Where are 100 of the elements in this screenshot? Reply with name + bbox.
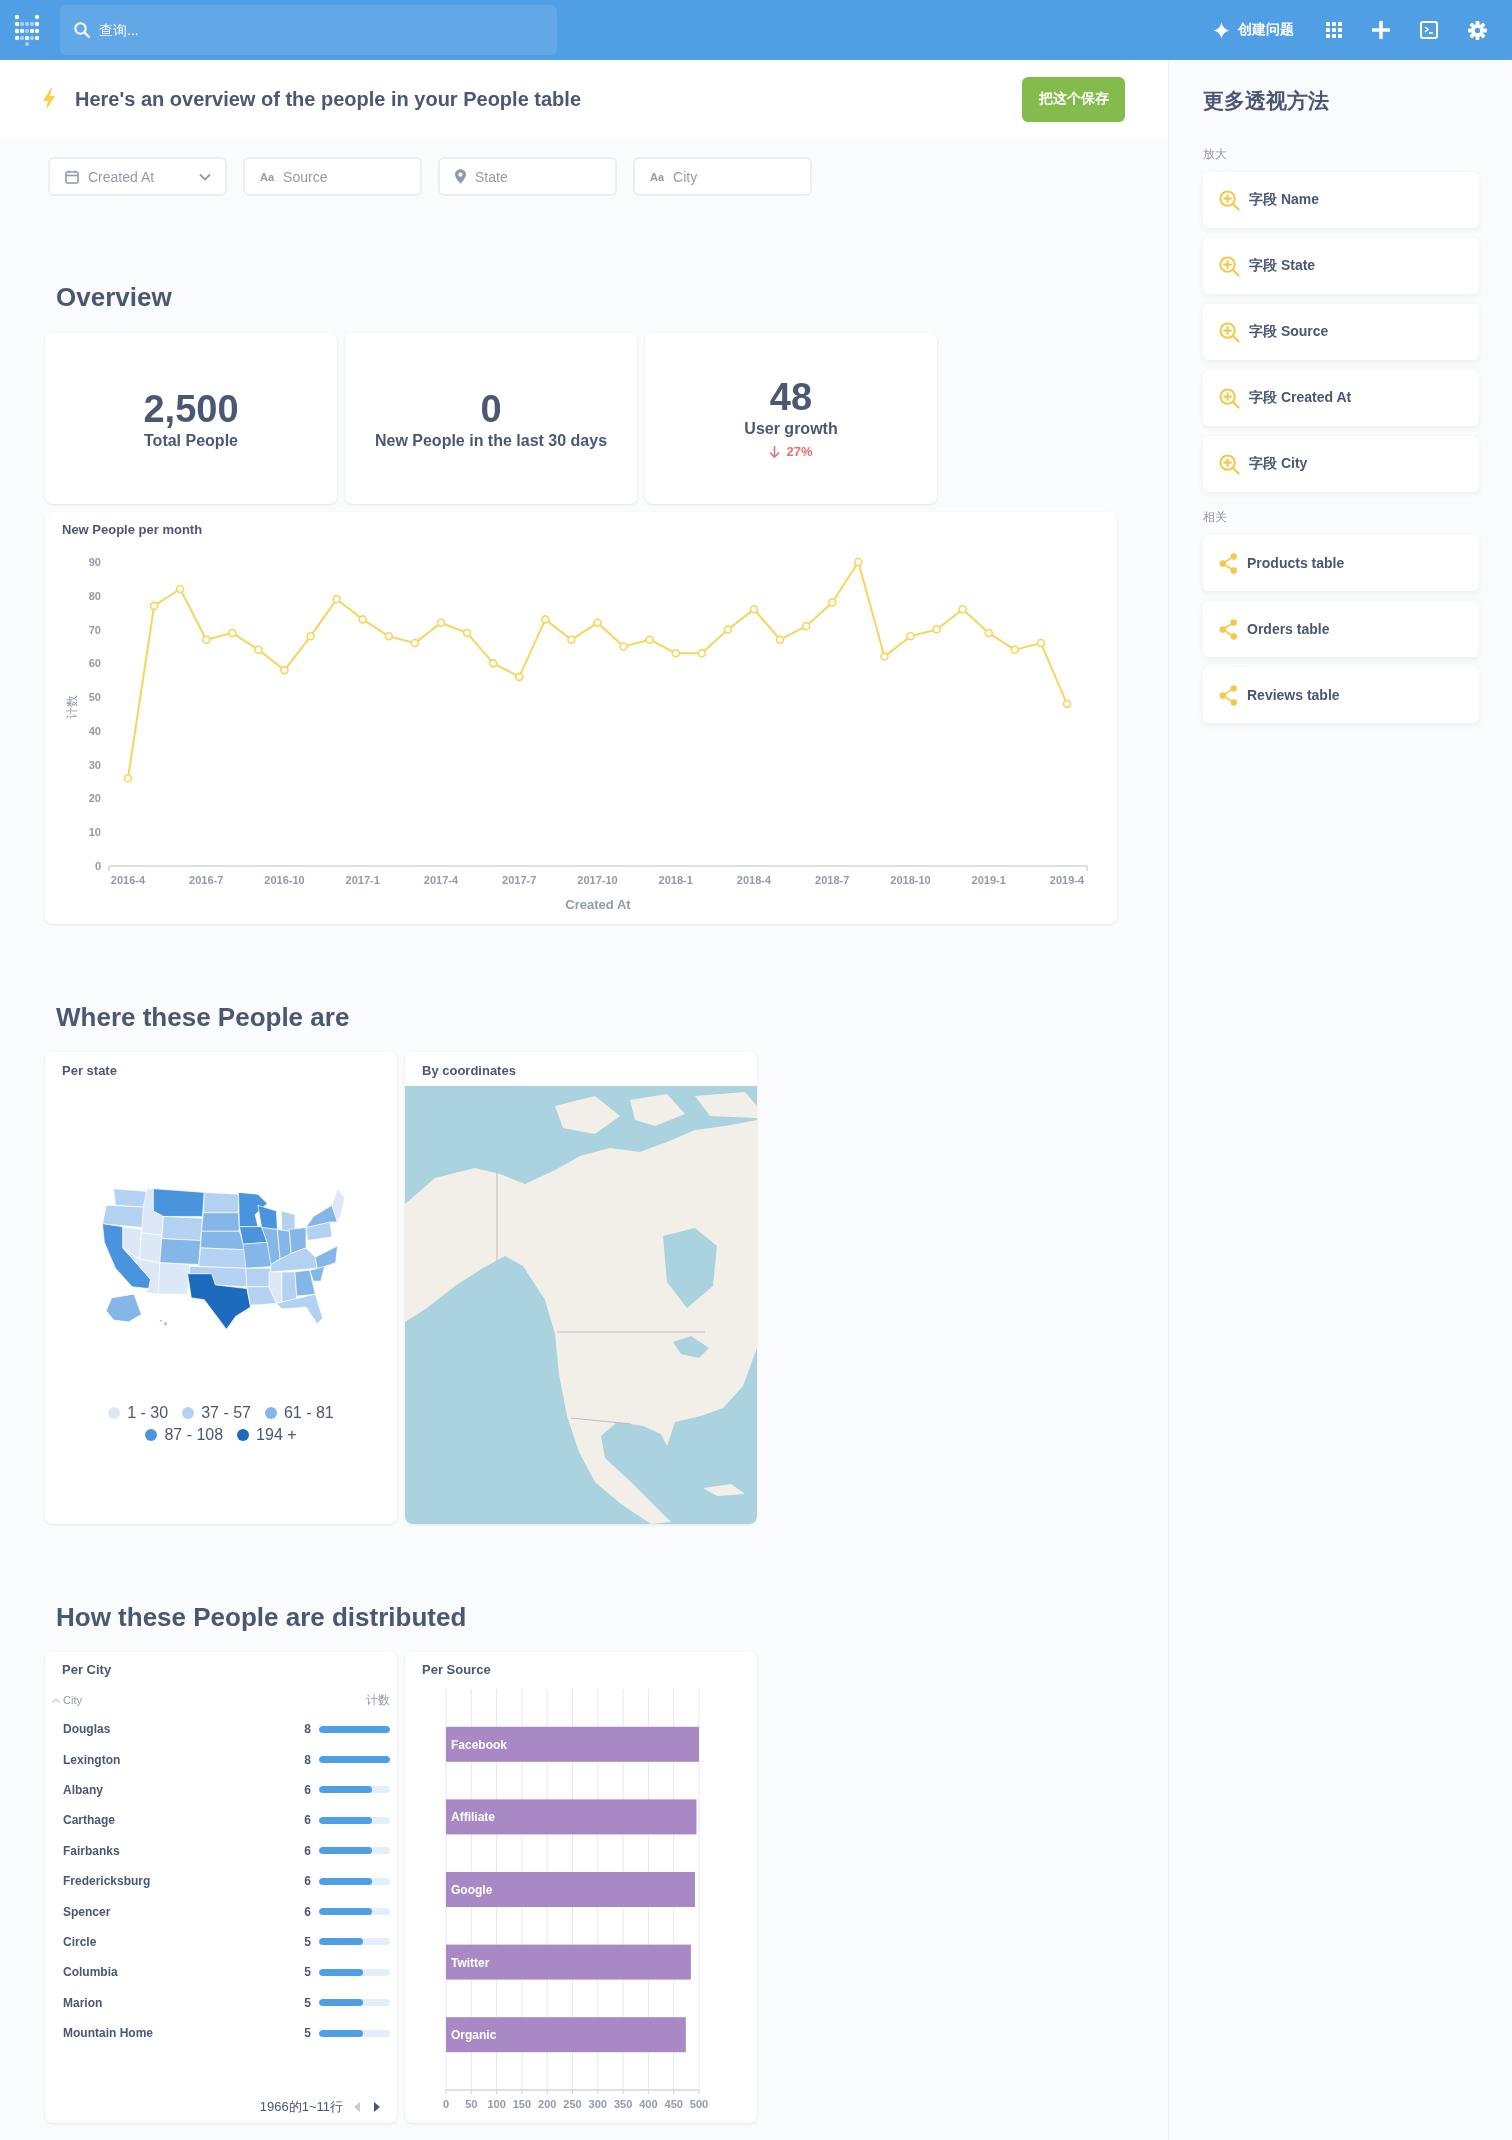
bar-label: Twitter — [451, 1955, 490, 1970]
x-tick-label: 0 — [442, 2098, 450, 2110]
sparkle-icon — [1213, 21, 1230, 39]
page-title: Here's an overview of the people in your People table — [75, 87, 581, 112]
city-cell-text: Fairbanks — [63, 1842, 121, 1860]
data-point — [775, 635, 785, 644]
y-tick-label: 90 — [88, 556, 101, 568]
data-point — [384, 632, 394, 641]
count-cell-text: 5 — [304, 2025, 311, 2043]
sidebar-item[interactable]: Orders table — [1203, 601, 1479, 657]
trend-percentage: 27% — [786, 443, 813, 461]
metric-value: 48 — [769, 375, 813, 419]
sidebar-item[interactable]: Reviews table — [1203, 667, 1479, 723]
section-heading: How these People are distributed — [56, 1601, 468, 1633]
settings-icon[interactable] — [1468, 20, 1487, 40]
data-point — [906, 632, 915, 641]
x-tick-label: 350 — [613, 2098, 633, 2110]
city-cell-text: Spencer — [63, 1903, 112, 1921]
x-tick-label: 100 — [487, 2098, 506, 2110]
y-tick-label: 20 — [88, 792, 101, 805]
grid-icon[interactable] — [1326, 22, 1342, 38]
legend-label: 87 - 108 — [164, 1425, 224, 1445]
count-cell-text: 8 — [304, 1721, 311, 1739]
caret-left-icon — [354, 2102, 360, 2112]
sidebar-item[interactable]: Products table — [1203, 535, 1479, 591]
sort-icon — [52, 1697, 60, 1703]
city-cell-text: Douglas — [63, 1721, 112, 1739]
x-tick-label: 2018-1 — [658, 874, 693, 886]
x-tick-label: 2017-1 — [345, 874, 380, 886]
x-axis-title: Created At — [565, 897, 631, 912]
data-point — [436, 618, 446, 628]
count-cell-text: 6 — [304, 1812, 311, 1830]
x-tick-label: 2017-4 — [423, 874, 459, 886]
x-tick-label: 400 — [639, 2098, 658, 2110]
pagination-text: 1966的1~11行 — [259, 2098, 343, 2116]
count-cell-text: 6 — [304, 1873, 311, 1891]
share-icon — [1219, 684, 1238, 706]
y-tick-label: 40 — [88, 724, 101, 737]
section-label: 放大 — [1203, 146, 1228, 162]
data-point — [619, 642, 628, 651]
data-point — [175, 584, 185, 594]
zoom-in-icon — [1219, 321, 1240, 343]
plus-icon[interactable] — [1372, 21, 1390, 39]
legend-label: 194 + — [256, 1425, 297, 1445]
x-tick-label: 2016-7 — [189, 874, 224, 886]
y-axis-title: 计数 — [65, 695, 79, 719]
city-cell-text: Circle — [63, 1933, 98, 1951]
x-tick-label: 500 — [689, 2098, 709, 2110]
zoom-in-icon — [1219, 387, 1240, 409]
terminal-icon[interactable] — [1420, 21, 1438, 39]
x-tick-label: 2018-4 — [736, 874, 772, 886]
lightning-icon — [43, 88, 55, 110]
y-tick-label: 30 — [88, 758, 101, 771]
count-cell-text: 8 — [304, 1751, 311, 1769]
city-cell-text: Albany — [63, 1781, 104, 1799]
data-point — [149, 601, 159, 611]
text-type-icon: Aa — [650, 170, 665, 183]
y-tick-label: 80 — [88, 589, 101, 602]
chevron-down-icon — [199, 172, 211, 181]
data-point — [358, 615, 368, 624]
data-point — [958, 605, 967, 614]
data-point — [280, 665, 289, 675]
metric-label: Total People — [144, 430, 238, 451]
text-type-icon: Aa — [260, 170, 275, 183]
chart-title: New People per month — [61, 521, 204, 538]
y-tick-label: 60 — [88, 657, 101, 670]
logo-icon[interactable] — [14, 14, 40, 46]
x-tick-label: 2018-7 — [815, 874, 850, 886]
x-tick-label: 250 — [563, 2098, 582, 2110]
x-tick-label: 2019-1 — [971, 874, 1006, 886]
search-field[interactable]: 查询... — [60, 5, 557, 55]
section-label: 相关 — [1203, 509, 1228, 525]
data-point — [1062, 699, 1072, 709]
data-point — [541, 615, 550, 624]
sidebar-item[interactable]: 字段 Created At — [1203, 370, 1479, 426]
bar-label: Affiliate — [451, 1810, 495, 1825]
count-cell-text: 6 — [304, 1903, 311, 1921]
data-point — [410, 638, 420, 648]
data-point — [514, 672, 524, 682]
x-tick-label: 2016-10 — [264, 874, 305, 886]
sidebar-title: 更多透视方法 — [1203, 88, 1330, 114]
y-tick-label: 70 — [88, 623, 101, 636]
sidebar-item[interactable]: 字段 Name — [1203, 172, 1479, 228]
sidebar-item[interactable]: 字段 Source — [1203, 304, 1479, 360]
caret-right-icon — [374, 2102, 380, 2112]
sidebar-item[interactable]: 字段 City — [1203, 436, 1479, 492]
city-cell-text: Columbia — [63, 1964, 119, 1982]
city-cell-text: Fredericksburg — [63, 1873, 152, 1891]
x-tick-label: 300 — [588, 2098, 607, 2110]
pin-icon — [455, 169, 466, 184]
sidebar-item[interactable]: 字段 State — [1203, 238, 1479, 294]
data-point — [488, 659, 498, 668]
data-point — [306, 632, 315, 641]
data-point — [671, 648, 681, 658]
data-point — [645, 635, 654, 644]
metric-value: 0 — [480, 386, 502, 431]
zoom-in-icon — [1219, 189, 1240, 211]
data-point — [593, 618, 602, 628]
x-tick-label: 2017-7 — [502, 874, 537, 886]
city-cell-text: Lexington — [63, 1751, 122, 1769]
